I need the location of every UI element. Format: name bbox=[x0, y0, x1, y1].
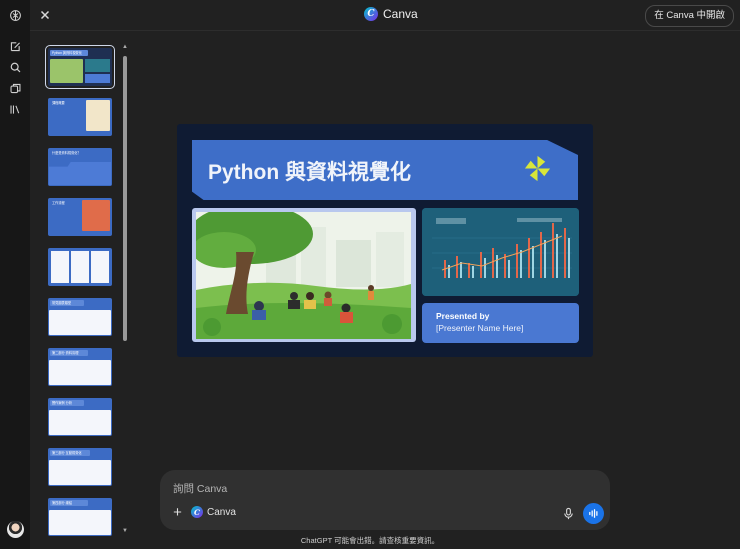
presenter-name: [Presenter Name Here] bbox=[436, 323, 524, 333]
slide-thumbnail-list: Python 與資料視覺化 課程概要 什麼是資料視覺化？ 工作流程 常見圖表類型… bbox=[44, 44, 118, 536]
thumbnail-card bbox=[91, 251, 109, 283]
openai-logo-icon[interactable] bbox=[7, 7, 23, 23]
thumbnail-title: 工作流程 bbox=[52, 201, 65, 205]
chat-composer[interactable]: 詢問 Canva + C Canva bbox=[160, 470, 610, 530]
tool-chip-label: Canva bbox=[207, 506, 236, 518]
thumbnail-title: 第二部分 資料清理 bbox=[50, 350, 88, 356]
thumbnail-body bbox=[49, 510, 111, 535]
canva-tool-chip[interactable]: C Canva bbox=[191, 506, 236, 518]
slide-thumbnail-10[interactable]: 第四部分 總結 bbox=[48, 498, 112, 536]
slide-thumbnail-6[interactable]: 常見圖表類型 bbox=[48, 298, 112, 336]
app-title: C Canva bbox=[364, 7, 418, 21]
footer-disclaimer: ChatGPT 可能會出錯。請查核重要資訊。 bbox=[300, 536, 440, 545]
canva-logo-icon: C bbox=[191, 506, 203, 518]
slide-preview: Python 與資料視覺化 Presented by [Presenter Na… bbox=[177, 124, 593, 357]
open-in-canva-button[interactable]: 在 Canva 中開啟 bbox=[645, 5, 734, 27]
park-scene-image bbox=[196, 212, 411, 339]
search-icon[interactable] bbox=[7, 59, 23, 75]
voice-waveform-icon bbox=[589, 509, 598, 518]
slide-thumbnail-2[interactable]: 課程概要 bbox=[48, 98, 112, 136]
chart-image-panel bbox=[422, 208, 579, 296]
voice-mode-button[interactable] bbox=[583, 503, 604, 524]
scrollbar-thumb[interactable] bbox=[123, 56, 127, 341]
thumbnail-title: Python 與資料視覺化 bbox=[50, 50, 88, 56]
thumbnail-presenter bbox=[85, 74, 110, 83]
thumbnail-chart bbox=[85, 59, 110, 72]
thumbnail-title: 第四部分 總結 bbox=[50, 500, 88, 506]
close-icon[interactable] bbox=[38, 8, 52, 22]
thumbnail-illustration bbox=[82, 200, 110, 231]
thumbnail-title: 第三部分 互動視覺化 bbox=[50, 450, 90, 456]
thumbnail-title: 實作案例 分析 bbox=[50, 400, 84, 406]
thumbnail-title: 課程概要 bbox=[52, 101, 65, 105]
data-chart-image bbox=[422, 208, 579, 296]
thumbnail-body bbox=[49, 162, 111, 185]
composer-input[interactable]: 詢問 Canva bbox=[173, 481, 227, 496]
scroll-up-icon[interactable]: ▲ bbox=[122, 44, 128, 50]
thumbnail-body bbox=[49, 410, 111, 435]
microphone-icon[interactable] bbox=[562, 507, 575, 520]
scroll-down-icon[interactable]: ▼ bbox=[122, 528, 128, 534]
thumbnail-illustration bbox=[86, 100, 110, 131]
presenter-label: Presented by bbox=[436, 311, 490, 321]
images-icon[interactable] bbox=[7, 80, 23, 96]
thumbnail-body bbox=[49, 360, 111, 385]
pinwheel-icon bbox=[524, 155, 551, 182]
park-illustration bbox=[192, 208, 416, 342]
thumbnail-body bbox=[49, 460, 111, 485]
thumbnail-card bbox=[51, 251, 69, 283]
thumbnail-scrollbar[interactable]: ▲ ▼ bbox=[121, 44, 128, 536]
library-icon[interactable] bbox=[7, 101, 23, 117]
slide-thumbnail-7[interactable]: 第二部分 資料清理 bbox=[48, 348, 112, 386]
thumbnail-title: 什麼是資料視覺化？ bbox=[52, 151, 81, 155]
thumbnail-card bbox=[71, 251, 89, 283]
thumbnail-illustration bbox=[50, 59, 83, 83]
new-chat-icon[interactable] bbox=[7, 38, 23, 54]
slide-thumbnail-1[interactable]: Python 與資料視覺化 bbox=[45, 45, 115, 89]
thumbnail-body bbox=[49, 310, 111, 335]
left-sidebar bbox=[0, 0, 30, 549]
slide-thumbnail-3[interactable]: 什麼是資料視覺化？ bbox=[48, 148, 112, 186]
slide-thumbnail-5[interactable] bbox=[48, 248, 112, 286]
slide-thumbnail-4[interactable]: 工作流程 bbox=[48, 198, 112, 236]
slide-thumbnail-8[interactable]: 實作案例 分析 bbox=[48, 398, 112, 436]
thumbnail-title: 常見圖表類型 bbox=[50, 300, 84, 306]
app-title-text: Canva bbox=[383, 7, 418, 21]
top-bar: C Canva 在 Canva 中開啟 bbox=[30, 0, 740, 31]
slide-thumbnail-9[interactable]: 第三部分 互動視覺化 bbox=[48, 448, 112, 486]
slide-title: Python 與資料視覺化 bbox=[208, 161, 411, 184]
canva-logo-icon: C bbox=[364, 7, 378, 21]
presenter-box: Presented by [Presenter Name Here] bbox=[422, 303, 579, 343]
add-attachment-icon[interactable]: + bbox=[170, 505, 185, 520]
